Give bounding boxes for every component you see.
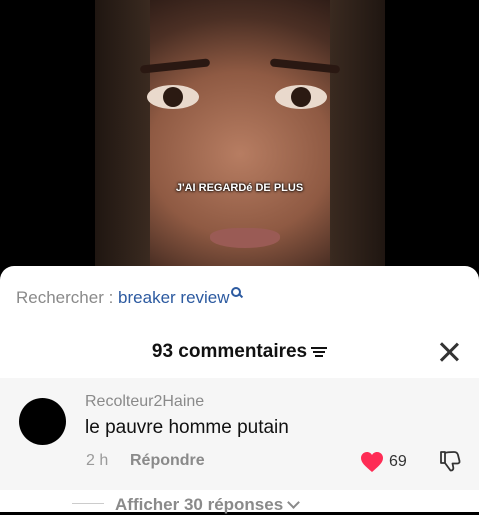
comments-sheet: Rechercher : breaker review 93 commentai…: [0, 266, 479, 514]
comment-text: le pauvre homme putain: [85, 417, 289, 438]
search-prefix: Rechercher :: [16, 288, 119, 307]
heart-icon: [361, 452, 383, 472]
comments-header: 93 commentaires: [0, 341, 479, 365]
view-replies-button[interactable]: Afficher 30 réponses: [115, 495, 301, 515]
view-replies-row[interactable]: Afficher 30 réponses: [0, 494, 479, 514]
thumbs-down-icon[interactable]: [438, 449, 462, 473]
view-replies-label: Afficher 30 réponses: [115, 495, 284, 514]
avatar[interactable]: [19, 398, 66, 445]
comment-count: 93 commentaires: [151, 341, 308, 362]
lips: [210, 228, 280, 248]
left-eye: [147, 85, 199, 109]
like-count: 69: [389, 453, 407, 470]
comment-username[interactable]: Recolteur2Haine: [85, 393, 204, 411]
left-brow: [139, 58, 211, 74]
search-icon: [230, 287, 243, 299]
right-eye: [275, 85, 327, 109]
filter-icon[interactable]: [311, 346, 328, 358]
reply-button[interactable]: Répondre: [130, 452, 205, 470]
search-term[interactable]: breaker review: [118, 288, 230, 307]
video-frame: [95, 0, 385, 280]
close-icon[interactable]: [439, 342, 459, 362]
divider: [72, 503, 104, 504]
hair-left: [95, 0, 150, 280]
video-player[interactable]: J'AI REGARDé DE PLUS: [0, 0, 479, 280]
comment-time: 2 h: [86, 452, 109, 469]
chevron-down-icon: [287, 496, 301, 509]
search-suggestion[interactable]: Rechercher : breaker review: [16, 287, 243, 308]
video-caption: J'AI REGARDé DE PLUS: [175, 182, 304, 194]
hair-right: [330, 0, 385, 280]
